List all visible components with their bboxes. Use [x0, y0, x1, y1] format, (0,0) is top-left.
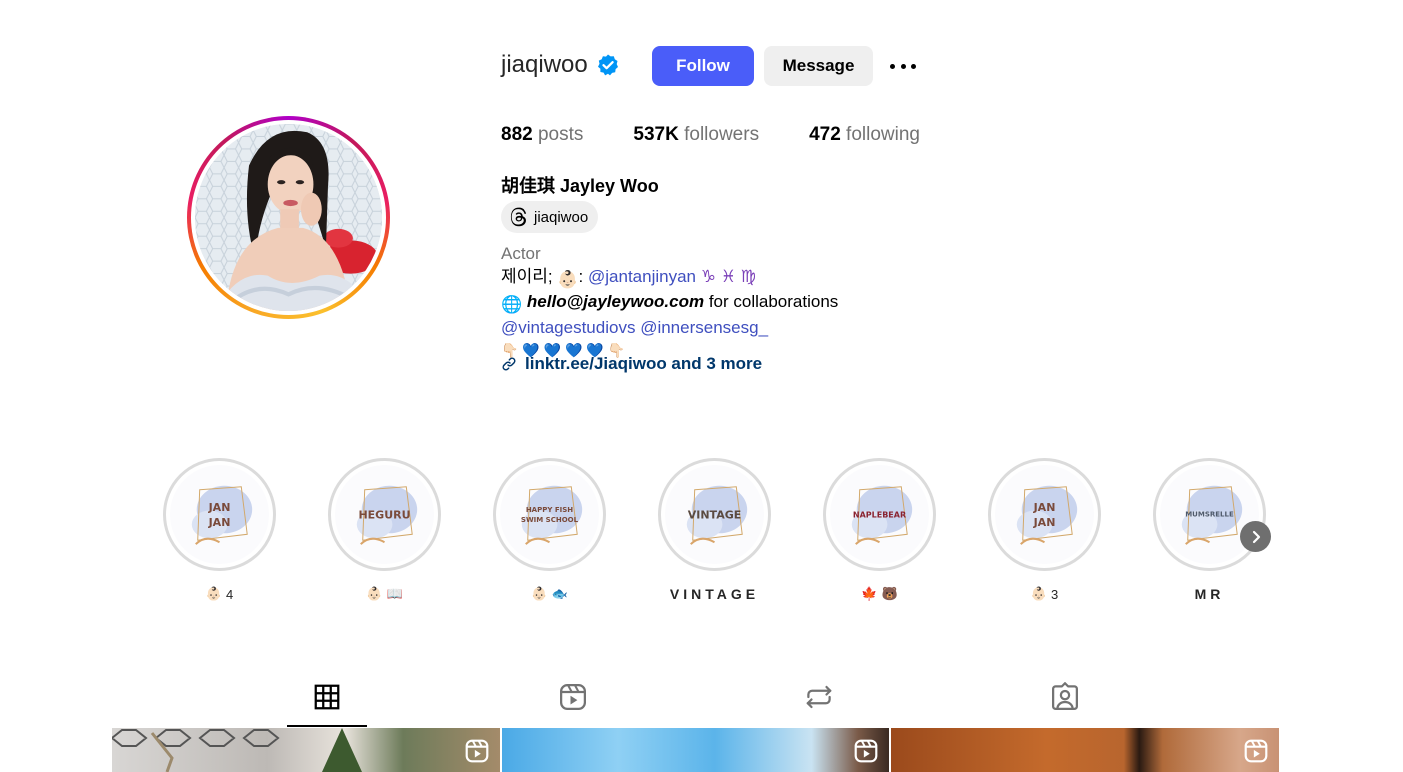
more-options-icon[interactable] [886, 56, 920, 76]
follow-button[interactable]: Follow [652, 46, 754, 86]
username[interactable]: jiaqiwoo [501, 51, 588, 79]
profile-photo-illustration [195, 124, 382, 311]
highlight-label: 👶🏻 3 [1030, 586, 1059, 602]
highlight-cover: MUMSRELLE [1160, 465, 1259, 564]
active-tab-indicator [287, 725, 367, 727]
highlight-naplebear[interactable]: NAPLEBEAR 🍁 🐻 [823, 458, 936, 603]
profile-photo [195, 124, 382, 311]
mention-innersensesg[interactable]: @innersensesg_ [640, 318, 768, 337]
highlight-cover-text: JAN JAN [208, 500, 231, 529]
highlight-jan-jan-4[interactable]: JAN JAN 👶🏻 4 [163, 458, 276, 603]
post-thumbnail[interactable] [501, 728, 890, 772]
tab-tagged[interactable] [1025, 668, 1105, 726]
post-thumbnail[interactable] [112, 728, 500, 772]
globe-icon: 🌐 [501, 295, 523, 314]
profile-tabs [112, 668, 1279, 726]
highlight-label: 👶🏻 🐟 [531, 586, 568, 601]
bio-line-2: 🌐 hello@jayleywoo.com for collaborations [501, 291, 838, 317]
highlight-cover: HAPPY FISH SWIM SCHOOL [500, 465, 599, 564]
mention-vintagestudiovs[interactable]: @vintagestudiovs [501, 318, 635, 337]
following-count[interactable]: 472 following [809, 124, 920, 146]
highlight-cover-text: HEGURU [358, 508, 411, 521]
highlight-label: VINTAGE [669, 586, 760, 602]
highlight-label: MR [1194, 586, 1225, 602]
highlight-cover: JAN JAN [995, 465, 1094, 564]
followers-count[interactable]: 537K followers [633, 124, 759, 146]
tagged-icon [1052, 682, 1078, 710]
highlight-cover-text: HAPPY FISH SWIM SCHOOL [520, 505, 579, 524]
story-highlights: JAN JAN 👶🏻 4 HEGURU 👶🏻 📖 HAPPY FISH SWIM SCH… [163, 458, 1273, 608]
reels-icon [854, 739, 878, 763]
posts-count: 882 posts [501, 124, 584, 145]
bio-line-1: 제이리; 👶🏻: @jantanjinyan ♑ ♓ ♍ [501, 266, 838, 292]
chevron-right-icon[interactable] [1240, 521, 1271, 552]
username-row: jiaqiwoo [501, 44, 620, 86]
highlight-cover-text: MUMSRELLE [1185, 510, 1234, 518]
bio-line-3: @vintagestudiovs @innersensesg_ [501, 317, 838, 340]
bio-category: Actor [501, 244, 541, 263]
highlight-jan-jan-3[interactable]: JAN JAN 👶🏻 3 [988, 458, 1101, 603]
threads-handle: jiaqiwoo [534, 208, 589, 226]
website-link[interactable]: linktr.ee/Jiaqiwoo and 3 more [501, 354, 762, 374]
profile-stats: 882 posts 537K followers 472 following [501, 124, 970, 146]
threads-icon [510, 207, 527, 227]
highlight-cover-text: JAN JAN [1033, 500, 1056, 529]
reels-icon [560, 684, 586, 710]
profile-avatar[interactable] [187, 116, 390, 319]
verified-badge-icon [597, 54, 618, 76]
highlight-cover: VINTAGE [665, 465, 764, 564]
highlight-cover-text: NAPLEBEAR [852, 510, 907, 519]
reels-icon [465, 739, 489, 763]
highlight-cover: NAPLEBEAR [830, 465, 929, 564]
highlight-vintage[interactable]: VINTAGE VINTAGE [658, 458, 771, 603]
highlight-label: 👶🏻 📖 [366, 586, 403, 601]
highlight-heguru[interactable]: HEGURU 👶🏻 📖 [328, 458, 441, 603]
highlight-cover-text: VINTAGE [687, 508, 742, 521]
highlight-cover: HEGURU [335, 465, 434, 564]
repost-icon [806, 685, 832, 709]
grid-icon [314, 684, 340, 710]
reels-icon [1244, 739, 1268, 763]
highlight-label: 🍁 🐻 [861, 586, 898, 601]
full-name: 胡佳琪 Jayley Woo [501, 176, 659, 196]
highlight-cover: JAN JAN [170, 465, 269, 564]
zodiac-signs: ♑ ♓ ♍ [700, 266, 756, 286]
post-thumbnail[interactable] [891, 728, 1279, 772]
threads-badge[interactable]: jiaqiwoo [501, 201, 599, 233]
bio: Actor 제이리; 👶🏻: @jantanjinyan ♑ ♓ ♍ 🌐 hel… [501, 243, 838, 362]
link-icon [502, 357, 516, 371]
bio-email: hello@jayleywoo.com [526, 292, 705, 311]
highlight-happy-fish[interactable]: HAPPY FISH SWIM SCHOOL 👶🏻 🐟 [493, 458, 606, 603]
mention-jantanjinyan[interactable]: @jantanjinyan [588, 267, 696, 286]
message-button[interactable]: Message [764, 46, 873, 86]
tab-reposts[interactable] [779, 668, 859, 726]
baby-emoji-icon: 👶🏻 [557, 269, 579, 289]
posts-grid [112, 728, 1279, 772]
tab-reels[interactable] [533, 668, 613, 726]
tab-posts[interactable] [287, 668, 367, 726]
highlight-label: 👶🏻 4 [205, 586, 234, 602]
